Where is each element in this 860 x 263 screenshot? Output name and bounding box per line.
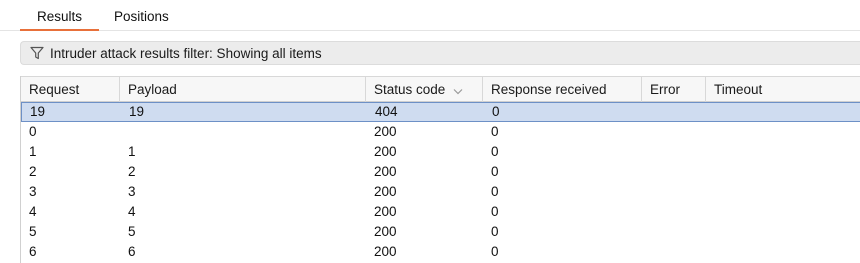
response-received-cell: 0 <box>491 204 499 219</box>
status-code-cell: 200 <box>374 244 397 259</box>
error-cell <box>642 242 706 261</box>
status-code-cell: 200 <box>374 124 397 139</box>
request-cell: 0 <box>29 124 37 139</box>
timeout-cell <box>706 222 860 241</box>
response-received-cell: 0 <box>491 224 499 239</box>
tab-results-label: Results <box>36 9 82 24</box>
column-header-status-code[interactable]: Status code <box>366 77 483 102</box>
table-row[interactable]: 0 200 0 <box>21 122 860 142</box>
payload-cell: 5 <box>128 224 136 239</box>
column-header-request[interactable]: Request <box>21 77 120 102</box>
timeout-cell <box>706 142 860 161</box>
column-header-label: Error <box>650 82 680 97</box>
table-row[interactable]: 5 5 200 0 <box>21 222 860 242</box>
error-cell <box>642 222 706 241</box>
table-row[interactable]: 4 4 200 0 <box>21 202 860 222</box>
tab-positions[interactable]: Positions <box>114 0 169 30</box>
column-header-label: Request <box>29 82 80 97</box>
tab-bar: Results Positions <box>0 0 860 31</box>
status-code-cell: 200 <box>374 164 397 179</box>
request-cell: 5 <box>29 224 37 239</box>
request-cell: 2 <box>29 164 37 179</box>
table-row[interactable]: 6 6 200 0 <box>21 242 860 262</box>
results-filter-bar[interactable]: Intruder attack results filter: Showing … <box>20 41 860 65</box>
error-cell <box>642 142 706 161</box>
column-header-payload[interactable]: Payload <box>120 77 366 102</box>
timeout-cell <box>706 122 860 141</box>
error-cell <box>642 122 706 141</box>
status-code-cell: 200 <box>374 204 397 219</box>
column-header-label: Status code <box>374 82 446 97</box>
timeout-cell <box>706 242 860 261</box>
timeout-cell <box>706 162 860 181</box>
error-cell <box>642 182 706 201</box>
response-received-cell: 0 <box>491 184 499 199</box>
column-header-label: Response received <box>491 82 607 97</box>
payload-cell: 3 <box>128 184 136 199</box>
error-cell <box>642 202 706 221</box>
response-received-cell: 0 <box>491 144 499 159</box>
error-cell <box>642 162 706 181</box>
results-table: Request Payload Status code Response rec… <box>20 76 860 263</box>
sort-descending-icon <box>453 78 463 103</box>
payload-cell: 6 <box>128 244 136 259</box>
table-header: Request Payload Status code Response rec… <box>21 76 860 102</box>
response-received-cell: 0 <box>492 104 500 119</box>
response-received-cell: 0 <box>491 164 499 179</box>
request-cell: 6 <box>29 244 37 259</box>
column-header-label: Payload <box>128 82 177 97</box>
payload-cell: 1 <box>128 144 136 159</box>
status-code-cell: 200 <box>374 224 397 239</box>
payload-cell <box>120 122 366 141</box>
column-header-error[interactable]: Error <box>642 77 706 102</box>
table-row[interactable]: 3 3 200 0 <box>21 182 860 202</box>
timeout-cell <box>706 182 860 201</box>
request-cell: 1 <box>29 144 37 159</box>
response-received-cell: 0 <box>491 244 499 259</box>
active-tab-indicator <box>20 29 99 31</box>
column-header-timeout[interactable]: Timeout <box>706 77 860 102</box>
error-cell <box>643 102 707 121</box>
column-header-response-received[interactable]: Response received <box>483 77 642 102</box>
table-row[interactable]: 1 1 200 0 <box>21 142 860 162</box>
column-header-label: Timeout <box>714 82 763 97</box>
response-received-cell: 0 <box>491 124 499 139</box>
request-cell: 19 <box>30 104 46 119</box>
status-code-cell: 200 <box>374 184 397 199</box>
request-cell: 4 <box>29 204 37 219</box>
timeout-cell <box>707 102 860 121</box>
tab-results[interactable]: Results <box>20 0 99 31</box>
status-code-cell: 404 <box>375 104 398 119</box>
payload-cell: 19 <box>129 104 145 119</box>
table-row[interactable]: 19 19 404 0 <box>21 102 860 122</box>
status-code-cell: 200 <box>374 144 397 159</box>
request-cell: 3 <box>29 184 37 199</box>
funnel-icon <box>30 46 44 60</box>
tab-positions-label: Positions <box>114 9 169 24</box>
filter-text: Intruder attack results filter: Showing … <box>50 46 322 61</box>
payload-cell: 4 <box>128 204 136 219</box>
table-row[interactable]: 2 2 200 0 <box>21 162 860 182</box>
payload-cell: 2 <box>128 164 136 179</box>
timeout-cell <box>706 202 860 221</box>
